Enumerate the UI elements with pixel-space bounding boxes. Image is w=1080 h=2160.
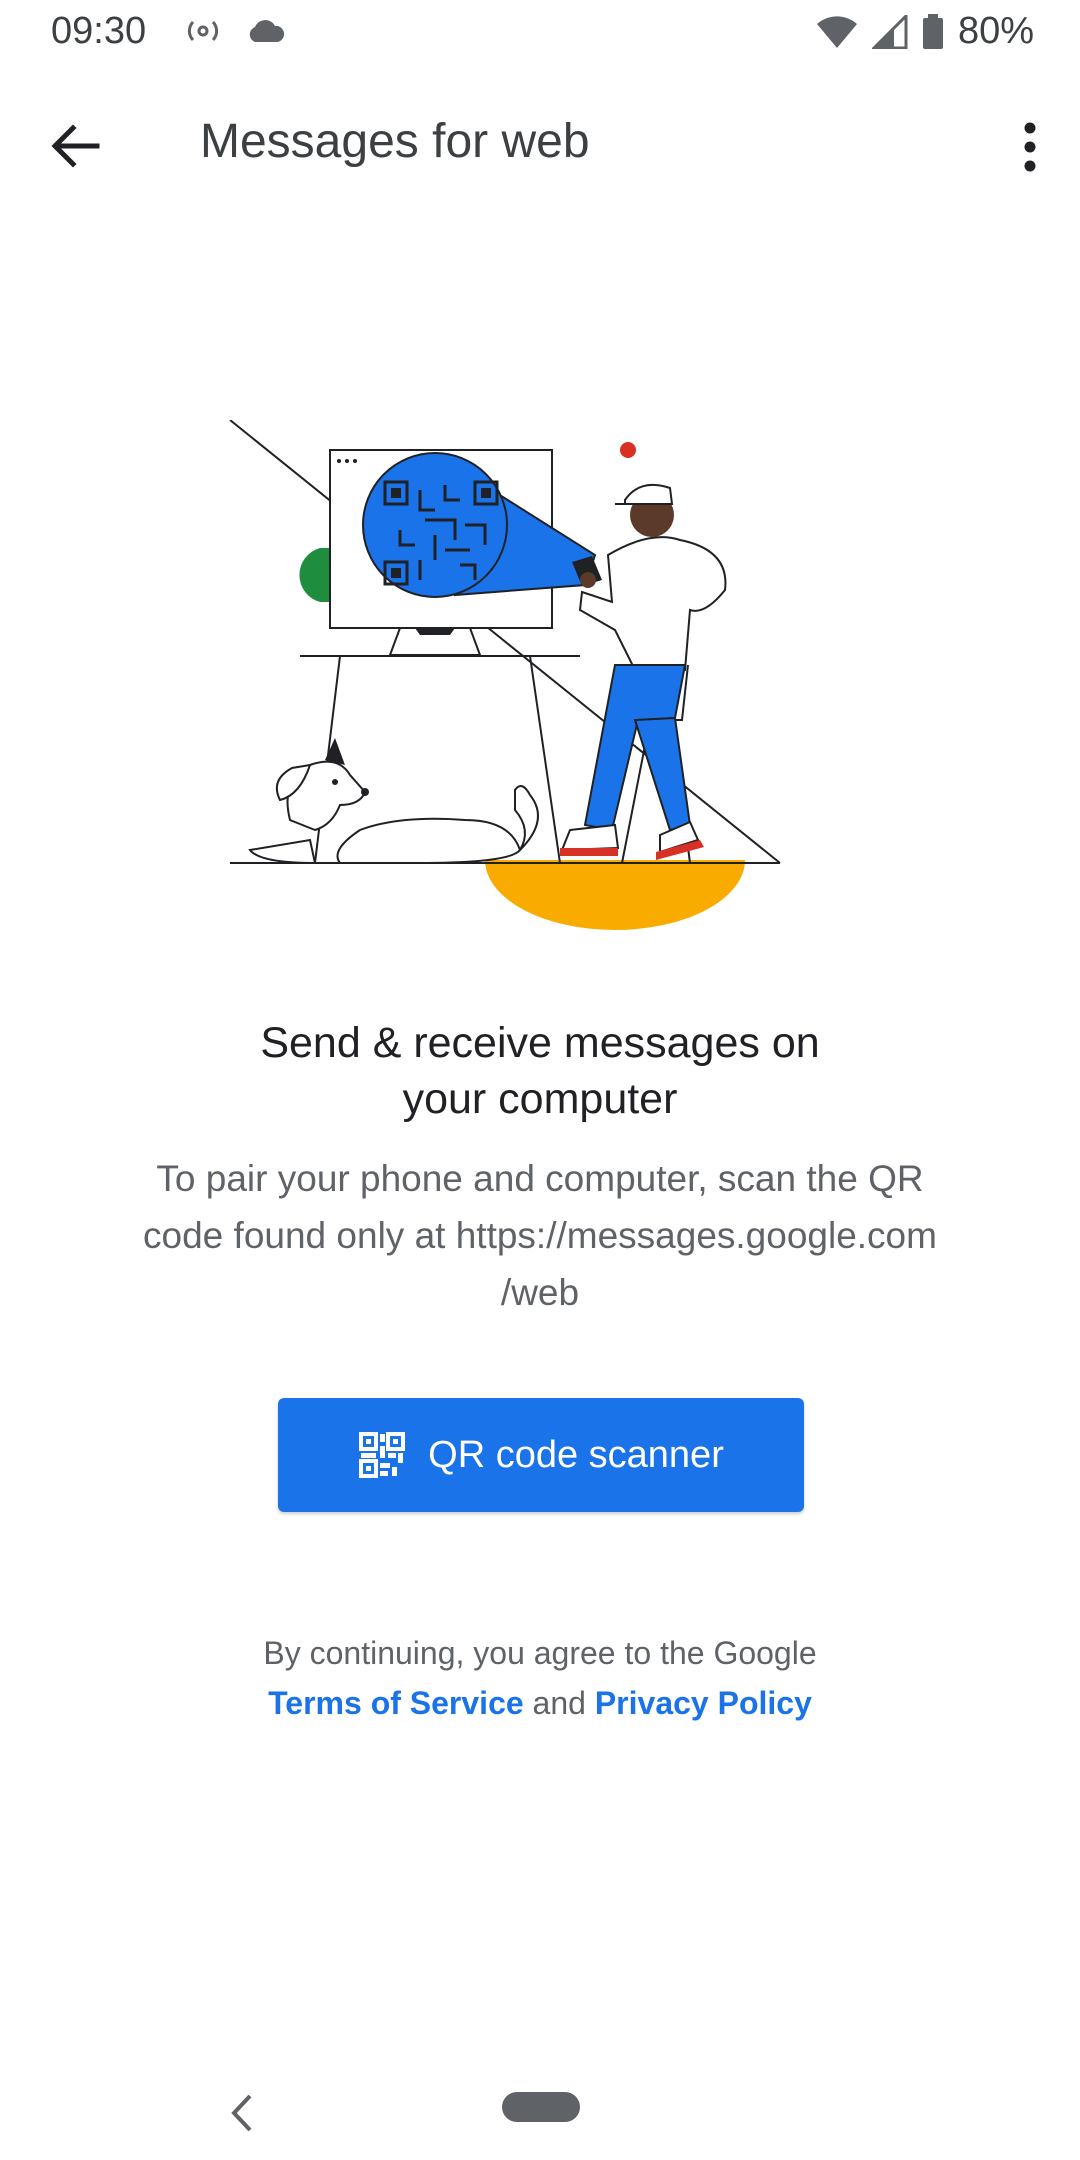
- illustration-red-dot: [620, 442, 636, 458]
- illustration-dog: [248, 760, 539, 865]
- battery-icon: [922, 13, 943, 49]
- wifi-icon: [816, 15, 857, 48]
- more-options-button[interactable]: [1000, 112, 1060, 182]
- nav-back-icon[interactable]: [220, 2088, 260, 2138]
- terms-of-service-link[interactable]: Terms of Service: [268, 1685, 524, 1721]
- illustration-floor-shape: [485, 860, 745, 930]
- pairing-instructions-line1: To pair your phone and computer, scan th…: [156, 1158, 924, 1199]
- more-vert-icon: [1024, 122, 1036, 172]
- privacy-policy-link[interactable]: Privacy Policy: [595, 1685, 812, 1721]
- headline-line2: your computer: [402, 1075, 678, 1123]
- status-icons-right: 80%: [816, 10, 1034, 53]
- legal-links: Terms of Service and Privacy Policy: [90, 1678, 990, 1728]
- hotspot-icon: [187, 20, 219, 42]
- headline: Send & receive messages on your computer: [90, 1015, 990, 1127]
- cloud-icon: [249, 20, 285, 42]
- back-button[interactable]: [46, 116, 106, 176]
- qr-code-scanner-label: QR code scanner: [428, 1433, 724, 1476]
- nav-home-pill[interactable]: [502, 2092, 580, 2122]
- app-bar: Messages for web: [0, 100, 1080, 190]
- status-icons-left: [185, 16, 285, 46]
- pairing-illustration: [229, 420, 781, 930]
- headline-line1: Send & receive messages on: [260, 1019, 820, 1067]
- pairing-instructions-line3: /web: [500, 1272, 580, 1313]
- pairing-instructions-line2: code found only at https://messages.goog…: [143, 1215, 937, 1256]
- status-time: 09:30: [51, 10, 147, 52]
- signal-icon: [871, 14, 908, 49]
- qr-code-icon: [359, 1432, 406, 1478]
- status-bar: 09:30 80%: [0, 0, 1080, 70]
- qr-code-scanner-button[interactable]: QR code scanner: [278, 1398, 804, 1512]
- arrow-back-icon: [51, 124, 100, 168]
- legal-conjunction: and: [532, 1685, 586, 1721]
- system-nav-bar: [0, 2070, 1080, 2160]
- page-title: Messages for web: [200, 115, 590, 168]
- legal-notice: By continuing, you agree to the Google T…: [90, 1628, 990, 1728]
- legal-prefix: By continuing, you agree to the Google: [263, 1635, 817, 1671]
- pairing-instructions: To pair your phone and computer, scan th…: [90, 1150, 990, 1321]
- illustration-person-torso: [578, 536, 727, 682]
- battery-percent: 80%: [957, 10, 1034, 52]
